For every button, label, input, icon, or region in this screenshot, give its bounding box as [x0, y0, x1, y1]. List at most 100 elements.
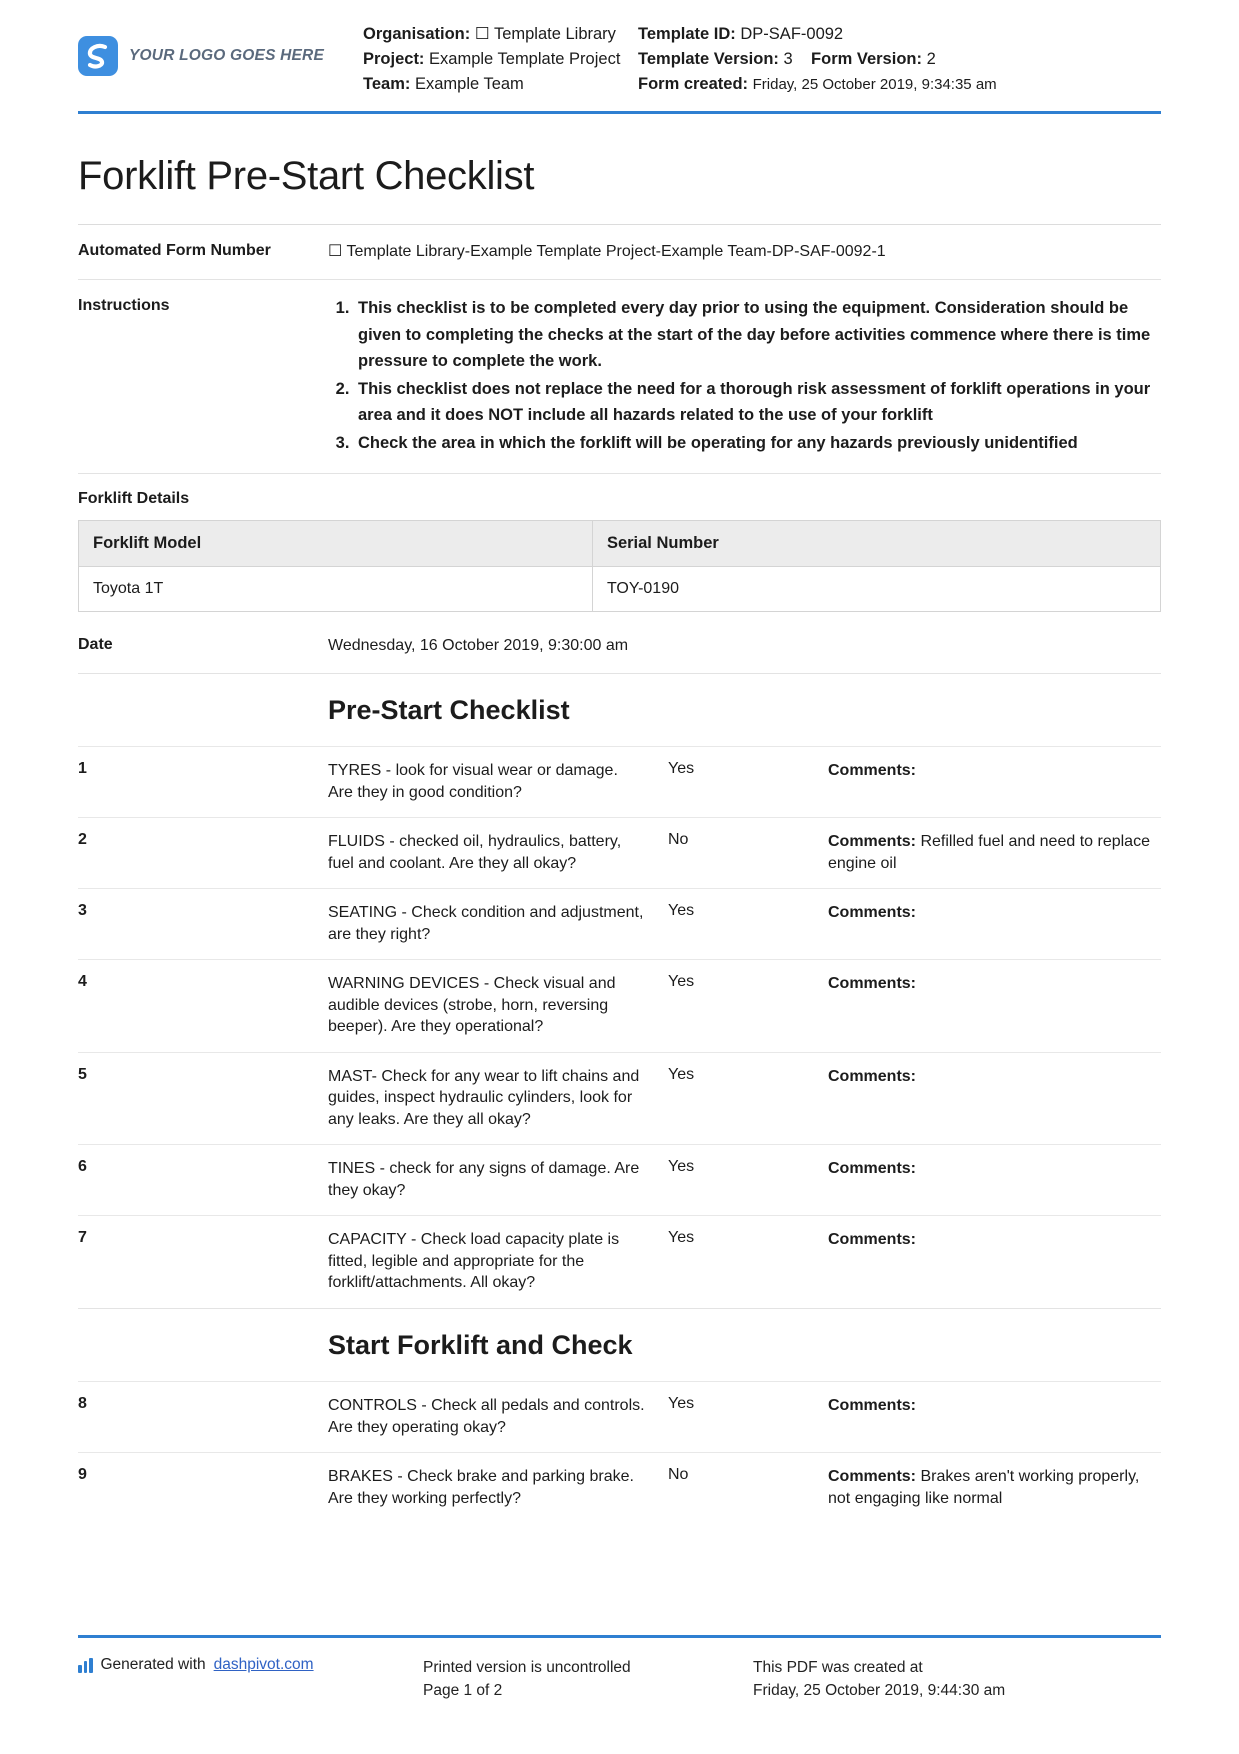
row-answer: Yes [668, 760, 695, 778]
form-version-value: 2 [926, 50, 936, 68]
instructions-value: This checklist is to be completed every … [328, 295, 1161, 457]
form-version-label: Form Version: [811, 50, 922, 68]
row-question: WARNING DEVICES - Check visual and audib… [328, 975, 616, 1036]
chart-bars-icon [78, 1658, 93, 1673]
row-answer: Yes [668, 973, 695, 991]
form-created-label: Form created: [638, 75, 749, 93]
pdf-created-value: Friday, 25 October 2019, 9:44:30 am [753, 1682, 1006, 1699]
row-answer: No [668, 831, 689, 849]
row-answer: No [668, 1466, 689, 1484]
table-row: 8 CONTROLS - Check all pedals and contro… [78, 1381, 1161, 1452]
project-label: Project: [363, 50, 425, 68]
field-row-instructions: Instructions This checklist is to be com… [78, 279, 1161, 473]
instructions-list: This checklist is to be completed every … [328, 295, 1161, 456]
page-number: Page 1 of 2 [423, 1682, 503, 1699]
row-number: 5 [78, 1065, 87, 1083]
comments-label: Comments: [828, 1160, 917, 1178]
table-row: 7 CAPACITY - Check load capacity plate i… [78, 1215, 1161, 1308]
comments-label: Comments: [828, 1468, 917, 1486]
comments-label: Comments: [828, 1397, 917, 1415]
forklift-details-label: Forklift Details [78, 473, 1161, 520]
row-question: CONTROLS - Check all pedals and controls… [328, 1397, 645, 1436]
section-heading: Start Forklift and Check [328, 1329, 633, 1360]
row-comments: Comments: Refilled fuel and need to repl… [828, 831, 1161, 874]
field-row-date: Date Wednesday, 16 October 2019, 9:30:00… [78, 612, 1161, 673]
footer-generated-with: Generated with dashpivot.com [78, 1656, 423, 1702]
document-footer: Generated with dashpivot.com Printed ver… [78, 1635, 1161, 1702]
table-row: 9 BRAKES - Check brake and parking brake… [78, 1452, 1161, 1523]
field-row-automated-form-number: Automated Form Number ☐ Template Library… [78, 224, 1161, 279]
row-question: CAPACITY - Check load capacity plate is … [328, 1231, 620, 1292]
row-question: SEATING - Check condition and adjustment… [328, 904, 644, 943]
row-comments: Comments: Brakes aren't working properly… [828, 1466, 1161, 1509]
row-answer: Yes [668, 1065, 695, 1083]
template-id-value: DP-SAF-0092 [740, 25, 844, 43]
page-title: Forklift Pre-Start Checklist [78, 154, 535, 198]
row-comments: Comments: [828, 1229, 1161, 1294]
logo-text: YOUR LOGO GOES HERE [129, 47, 324, 64]
table-row: 1 TYRES - look for visual wear or damage… [78, 746, 1161, 817]
row-number: 8 [78, 1395, 87, 1413]
row-question: TYRES - look for visual wear or damage. … [328, 762, 618, 801]
template-id-label: Template ID: [638, 25, 736, 43]
comments-label: Comments: [828, 833, 917, 851]
footer-created-at: This PDF was created at Friday, 25 Octob… [753, 1656, 1161, 1702]
comments-label: Comments: [828, 1231, 917, 1249]
dashpivot-link[interactable]: dashpivot.com [214, 1656, 314, 1674]
automated-form-number-value: ☐ Template Library-Example Template Proj… [328, 243, 886, 260]
comments-label: Comments: [828, 762, 917, 780]
cell-serial-number: TOY-0190 [591, 566, 1162, 612]
checklist-pre-start: 1 TYRES - look for visual wear or damage… [78, 746, 1161, 1308]
generated-prefix: Generated with [100, 1656, 206, 1673]
row-question: TINES - check for any signs of damage. A… [328, 1160, 640, 1199]
template-version-label: Template Version: [638, 50, 779, 68]
organisation-label: Organisation: [363, 25, 471, 43]
table-row: Toyota 1T TOY-0190 [78, 566, 1162, 612]
document-page: YOUR LOGO GOES HERE Organisation: ☐ Temp… [0, 0, 1239, 1754]
footer-print-status: Printed version is uncontrolled Page 1 o… [423, 1656, 753, 1702]
section-heading: Pre-Start Checklist [328, 695, 570, 725]
table-row: 3 SEATING - Check condition and adjustme… [78, 888, 1161, 959]
section-heading-band-pre-start: Pre-Start Checklist [78, 673, 1161, 746]
project-value: Example Template Project [429, 50, 621, 68]
comments-label: Comments: [828, 904, 917, 922]
row-comments: Comments: [828, 760, 1161, 803]
list-item: This checklist does not replace the need… [354, 376, 1161, 429]
row-comments: Comments: [828, 1066, 1161, 1131]
logo-block: YOUR LOGO GOES HERE [78, 22, 363, 76]
row-answer: Yes [668, 1158, 695, 1176]
table-header-row: Forklift Model Serial Number [78, 520, 1162, 567]
row-number: 3 [78, 902, 87, 920]
company-logo-icon [78, 36, 118, 76]
checklist-start-forklift: 8 CONTROLS - Check all pedals and contro… [78, 1381, 1161, 1523]
pdf-created-label: This PDF was created at [753, 1659, 923, 1676]
template-version-value: 3 [783, 50, 793, 68]
row-question: MAST- Check for any wear to lift chains … [328, 1067, 640, 1128]
row-number: 6 [78, 1158, 87, 1176]
row-question: BRAKES - Check brake and parking brake. … [328, 1468, 634, 1507]
column-header-forklift-model: Forklift Model [78, 520, 593, 567]
comments-label: Comments: [828, 1067, 917, 1085]
row-question: FLUIDS - checked oil, hydraulics, batter… [328, 833, 622, 872]
team-value: Example Team [414, 75, 524, 93]
automated-form-number-label: Automated Form Number [78, 242, 271, 259]
date-label: Date [78, 636, 113, 653]
section-heading-band-start-forklift: Start Forklift and Check [78, 1307, 1161, 1381]
header-meta-right: Template ID: DP-SAF-0092 Template Versio… [638, 22, 997, 97]
cell-forklift-model: Toyota 1T [78, 566, 593, 612]
row-answer: Yes [668, 1229, 695, 1247]
forklift-details-table: Forklift Model Serial Number Toyota 1T T… [78, 520, 1162, 612]
comments-label: Comments: [828, 975, 917, 993]
header-meta-left: Organisation: ☐ Template Library Project… [363, 22, 638, 97]
table-row: 2 FLUIDS - checked oil, hydraulics, batt… [78, 817, 1161, 888]
column-header-serial-number: Serial Number [591, 520, 1162, 567]
table-row: 4 WARNING DEVICES - Check visual and aud… [78, 959, 1161, 1052]
team-label: Team: [363, 75, 411, 93]
row-number: 2 [78, 831, 87, 849]
row-comments: Comments: [828, 1158, 1161, 1201]
list-item: Check the area in which the forklift wil… [354, 430, 1161, 457]
table-row: 6 TINES - check for any signs of damage.… [78, 1144, 1161, 1215]
form-created-value: Friday, 25 October 2019, 9:34:35 am [752, 76, 997, 93]
row-answer: Yes [668, 902, 695, 920]
row-comments: Comments: [828, 1395, 1161, 1438]
